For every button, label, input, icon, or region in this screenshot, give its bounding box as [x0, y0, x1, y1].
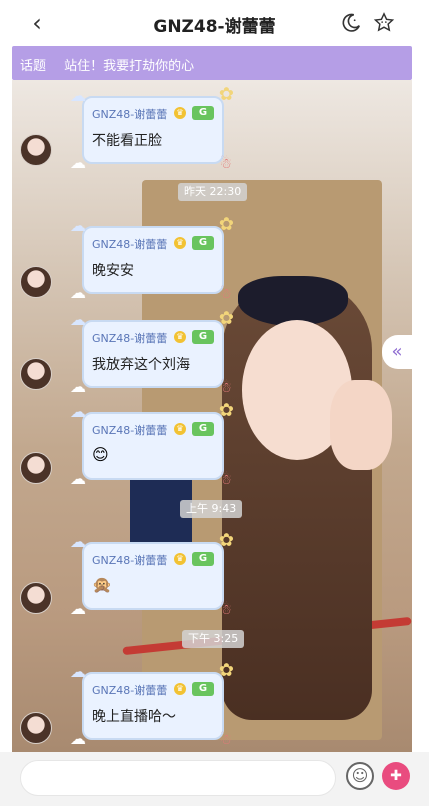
- message-text: 不能看正脸: [92, 133, 162, 149]
- cloud-icon: ☁: [70, 86, 86, 105]
- photo-bow: [238, 276, 348, 326]
- crown-icon: ♛: [174, 553, 186, 565]
- flower-icon: ✿: [218, 84, 234, 105]
- cloud-icon: ☁: [70, 377, 86, 396]
- crown-icon: ♛: [174, 423, 186, 435]
- snowman-icon: ☃: [219, 732, 232, 748]
- cloud-icon: ☁: [70, 402, 86, 421]
- message-text: 我放弃这个刘海: [92, 357, 190, 373]
- cloud-icon: ☁: [70, 310, 86, 329]
- avatar[interactable]: [20, 358, 52, 390]
- cloud-icon: ☁: [70, 469, 86, 488]
- flower-icon: ✿: [218, 660, 234, 681]
- level-badge: G: [192, 330, 214, 344]
- moon-icon[interactable]: [340, 12, 362, 34]
- snowman-icon: ☃: [219, 286, 232, 302]
- avatar[interactable]: [20, 712, 52, 744]
- timestamp: 上午 9:43: [180, 500, 243, 518]
- level-badge: G: [192, 682, 214, 696]
- level-badge: G: [192, 106, 214, 120]
- avatar[interactable]: [20, 266, 52, 298]
- topic-content: 站住！我要打劫你的心: [64, 59, 195, 74]
- avatar[interactable]: [20, 582, 52, 614]
- cloud-icon: ☁: [70, 599, 86, 618]
- gift-icon[interactable]: ✚: [382, 762, 410, 790]
- message-text: 晚安安: [92, 263, 134, 279]
- snowman-icon: ☃: [219, 602, 232, 618]
- level-badge: G: [192, 236, 214, 250]
- cloud-icon: ☁: [70, 153, 86, 172]
- message-text: 晚上直播哈～: [92, 709, 176, 725]
- message-input[interactable]: [20, 760, 336, 796]
- input-bar: ☺ ✚: [0, 752, 429, 806]
- star-face-icon[interactable]: [373, 12, 395, 34]
- level-badge: G: [192, 422, 214, 436]
- sender-name: GNZ48-谢蕾蕾: [92, 684, 168, 697]
- sender-name: GNZ48-谢蕾蕾: [92, 554, 168, 567]
- message-bubble[interactable]: ☁ ✿ ☁ ☃ GNZ48-谢蕾蕾 ♛ G 晚上直播哈～: [70, 660, 234, 748]
- emoji-sticker: 😊: [92, 445, 109, 464]
- topic-banner[interactable]: 话题 站住！我要打劫你的心: [12, 46, 412, 80]
- sender-name: GNZ48-谢蕾蕾: [92, 332, 168, 345]
- flower-icon: ✿: [218, 214, 234, 235]
- message-bubble[interactable]: ☁ ✿ ☁ ☃ GNZ48-谢蕾蕾 ♛ G 不能看正脸: [70, 84, 234, 172]
- emoji-sticker: 🙊: [92, 575, 112, 594]
- flower-icon: ✿: [218, 400, 234, 421]
- level-badge: G: [192, 552, 214, 566]
- crown-icon: ♛: [174, 331, 186, 343]
- topic-label: 话题: [20, 59, 47, 74]
- topic-text: 话题 站住！我要打劫你的心: [20, 55, 194, 74]
- sender-name: GNZ48-谢蕾蕾: [92, 108, 168, 121]
- double-chevron-left-icon[interactable]: «: [382, 335, 412, 369]
- photo-hand: [330, 380, 392, 470]
- crown-icon: ♛: [174, 683, 186, 695]
- cloud-icon: ☁: [70, 729, 86, 748]
- cloud-icon: ☁: [70, 532, 86, 551]
- timestamp: 昨天 22:30: [178, 183, 248, 201]
- flower-icon: ✿: [218, 530, 234, 551]
- message-bubble[interactable]: ☁ ✿ ☁ ☃ GNZ48-谢蕾蕾 ♛ G 晚安安: [70, 214, 234, 302]
- cloud-icon: ☁: [70, 216, 86, 235]
- crown-icon: ♛: [174, 237, 186, 249]
- chat-screen: ‹ GNZ48-谢蕾蕾 话题 站住！我要打劫你的心 ☁ ✿ ☁ ☃ GNZ48-…: [0, 0, 429, 806]
- smiley-icon[interactable]: ☺: [346, 762, 374, 790]
- snowman-icon: ☃: [219, 472, 232, 488]
- crown-icon: ♛: [174, 107, 186, 119]
- message-bubble[interactable]: ☁ ✿ ☁ ☃ GNZ48-谢蕾蕾 ♛ G 🙊: [70, 530, 234, 618]
- top-bar: ‹ GNZ48-谢蕾蕾: [0, 0, 429, 46]
- avatar[interactable]: [20, 452, 52, 484]
- timestamp: 下午 3:25: [182, 630, 245, 648]
- snowman-icon: ☃: [219, 380, 232, 396]
- snowman-icon: ☃: [219, 156, 232, 172]
- page-title: GNZ48-谢蕾蕾: [153, 17, 276, 37]
- sender-name: GNZ48-谢蕾蕾: [92, 238, 168, 251]
- message-bubble[interactable]: ☁ ✿ ☁ ☃ GNZ48-谢蕾蕾 ♛ G 我放弃这个刘海: [70, 308, 234, 396]
- cloud-icon: ☁: [70, 662, 86, 681]
- sender-name: GNZ48-谢蕾蕾: [92, 424, 168, 437]
- message-bubble[interactable]: ☁ ✿ ☁ ☃ GNZ48-谢蕾蕾 ♛ G 😊: [70, 400, 234, 488]
- avatar[interactable]: [20, 134, 52, 166]
- cloud-icon: ☁: [70, 283, 86, 302]
- flower-icon: ✿: [218, 308, 234, 329]
